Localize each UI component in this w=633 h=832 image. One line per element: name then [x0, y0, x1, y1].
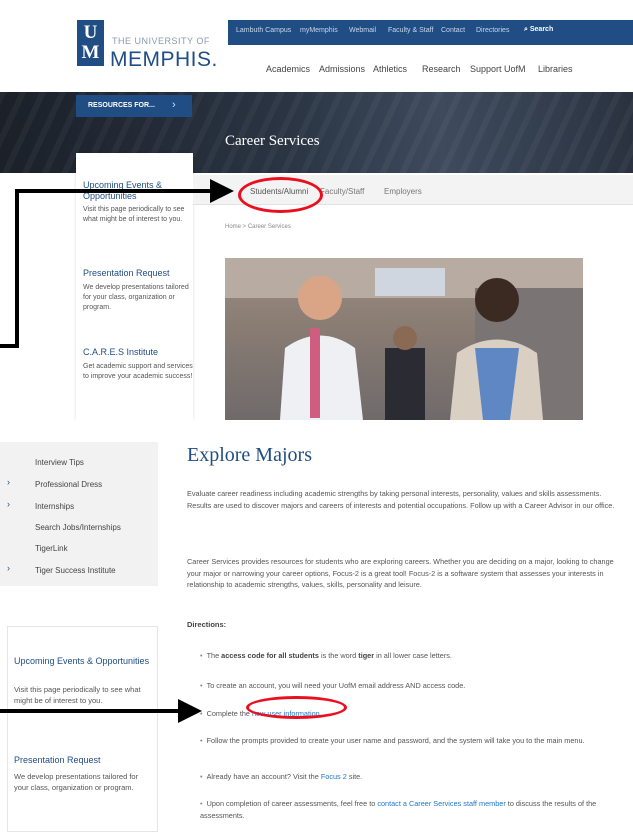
annotation-arrows [0, 179, 234, 723]
arrow-to-students-alumni [0, 179, 234, 348]
